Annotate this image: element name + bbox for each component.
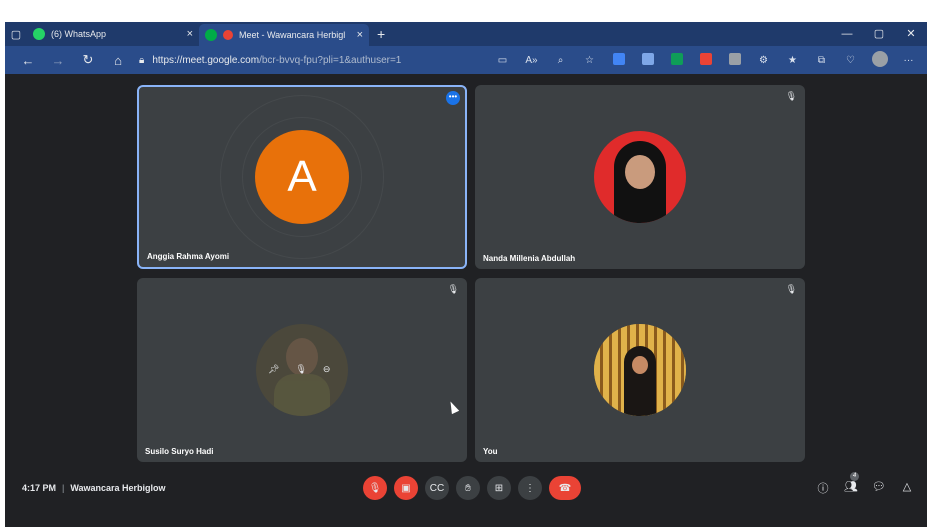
lock-icon[interactable]: 🔒︎ — [139, 55, 144, 66]
camera-toggle-button[interactable]: ▣ — [394, 476, 418, 500]
browser-essentials-icon[interactable]: ♡ — [836, 55, 865, 66]
tab-label: Meet - Wawancara Herbigl — [239, 30, 346, 40]
meet-controls-bar: 4:17 PM | Wawancara Herbiglow 🎙︎ ▣ CC ✋︎ ⊞… — [5, 470, 927, 506]
collections-icon[interactable]: ⧉ — [807, 55, 836, 66]
url-field[interactable]: 🔒︎ https://meet.google.com /bcr-bvvq-fpu… — [139, 55, 439, 66]
participant-name: Susilo Suryo Hadi — [145, 447, 214, 456]
url-host: https://meet.google.com — [152, 54, 260, 66]
back-icon[interactable]: ← — [13, 53, 43, 68]
meeting-title: Wawancara Herbiglow — [70, 483, 166, 493]
close-window-button[interactable]: ✕ — [895, 22, 927, 46]
sheets-extension-icon[interactable] — [662, 52, 691, 68]
end-call-button[interactable]: ☎︎ — [549, 476, 581, 500]
people-count-badge: 4 — [850, 472, 859, 481]
participant-tile-2[interactable]: 🎙︎ Nanda Millenia Abdullah — [475, 85, 805, 269]
tab-meet[interactable]: Meet - Wawancara Herbigl × — [199, 24, 369, 46]
mic-muted-icon: 🎙︎ — [785, 284, 797, 294]
participant-tile-4[interactable]: 🎙︎ You — [475, 278, 805, 462]
avatar: A — [255, 130, 349, 224]
tab-whatsapp[interactable]: (6) WhatsApp × — [27, 23, 199, 45]
participant-tile-3[interactable]: 📌︎ 🎙︎ ⊖ 🎙︎ Susilo Suryo Hadi — [137, 278, 467, 462]
chat-icon[interactable]: 💬︎ — [865, 480, 893, 496]
favorite-icon[interactable]: ☆ — [575, 55, 604, 66]
whatsapp-icon — [33, 28, 45, 40]
tab-share-icon[interactable]: ▭ — [488, 55, 517, 66]
raise-hand-button[interactable]: ✋︎ — [456, 476, 480, 500]
profile-avatar[interactable] — [865, 50, 894, 70]
minimize-button[interactable]: — — [831, 22, 863, 46]
avatar — [594, 324, 686, 416]
red-extension-icon[interactable] — [691, 52, 720, 68]
mic-muted-icon: 🎙︎ — [447, 284, 459, 294]
participant-name: Anggia Rahma Ayomi — [147, 252, 230, 261]
home-icon[interactable]: ⌂ — [103, 53, 133, 68]
meeting-time: 4:17 PM — [22, 483, 57, 493]
participant-tile-1[interactable]: A ••• Anggia Rahma Ayomi — [137, 85, 467, 269]
tab-actions-icon[interactable]: ▢ — [5, 22, 27, 46]
more-options-icon[interactable]: ••• — [446, 91, 460, 105]
participant-name: You — [483, 447, 498, 456]
zoom-icon[interactable]: ⌕ — [546, 55, 575, 66]
toolbar-icons: ▭ A» ⌕ ☆ ⚙ ★ ⧉ ♡ ··· — [488, 46, 923, 74]
meeting-info: 4:17 PM | Wawancara Herbiglow — [22, 483, 166, 493]
crop-extension-icon[interactable] — [604, 52, 633, 68]
meet-icon — [205, 29, 217, 41]
separator: | — [62, 483, 65, 493]
pin-icon[interactable]: 📌︎ — [268, 364, 279, 375]
tab-label: (6) WhatsApp — [51, 29, 107, 39]
close-tab-icon[interactable]: × — [357, 29, 363, 41]
read-aloud-icon[interactable]: A» — [517, 55, 546, 66]
mic-muted-icon: 🎙︎ — [785, 91, 797, 101]
captions-button[interactable]: CC — [425, 476, 449, 500]
extensions-icon[interactable]: ⚙ — [749, 55, 778, 66]
recording-icon — [223, 30, 233, 40]
close-tab-icon[interactable]: × — [187, 28, 193, 40]
new-tab-button[interactable]: + — [377, 26, 385, 42]
participant-name: Nanda Millenia Abdullah — [483, 254, 576, 263]
gray-extension-icon[interactable] — [720, 52, 749, 68]
more-options-icon[interactable]: ··· — [894, 55, 923, 66]
forward-icon[interactable]: → — [43, 53, 73, 68]
address-bar: ← → ↻ ⌂ 🔒︎ https://meet.google.com /bcr-… — [5, 46, 927, 74]
present-button[interactable]: ⊞ — [487, 476, 511, 500]
mute-icon[interactable]: 🎙︎ — [295, 364, 306, 375]
people-icon[interactable]: 👥︎ 4 — [837, 472, 865, 496]
refresh-icon[interactable]: ↻ — [73, 52, 103, 68]
more-options-button[interactable]: ⋮ — [518, 476, 542, 500]
meeting-details-icon[interactable]: ⓘ — [809, 480, 837, 496]
translate-extension-icon[interactable] — [633, 52, 662, 68]
favorites-bar-icon[interactable]: ★ — [778, 55, 807, 66]
activities-icon[interactable]: △ — [893, 480, 921, 496]
avatar — [594, 131, 686, 223]
url-path: /bcr-bvvq-fpu?pli=1&authuser=1 — [259, 54, 402, 66]
maximize-button[interactable]: ▢ — [863, 22, 895, 46]
mic-toggle-button[interactable]: 🎙︎ — [363, 476, 387, 500]
tab-bar: ▢ (6) WhatsApp × Meet - Wawancara Herbig… — [5, 22, 927, 46]
remove-icon[interactable]: ⊖ — [323, 364, 331, 375]
